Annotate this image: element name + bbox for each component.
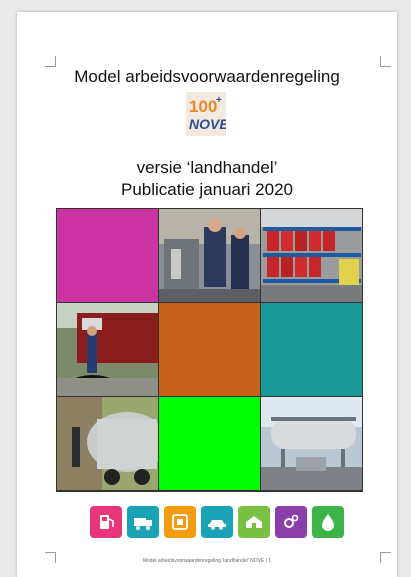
sector-icons-row: [90, 506, 344, 542]
teal-tile: [261, 303, 362, 396]
gears-icon: [275, 506, 307, 538]
fuel-pump-icon: [90, 506, 122, 538]
photo-tanker-truck-operator: [57, 303, 158, 396]
logo-text-nove: NOVE: [189, 116, 226, 132]
document-title: Model arbeidsvoorwaardenregeling: [74, 67, 340, 86]
publication-date: Publicatie januari 2020: [120, 180, 293, 199]
nove-100-logo: 100 + NOVE: [186, 92, 226, 136]
truck-icon: [127, 506, 159, 538]
photo-workers-fuel-station: [159, 209, 260, 302]
photo-collage: [56, 208, 363, 492]
photo-storage-tanks-facility: [261, 397, 362, 490]
logo-plus: +: [216, 95, 222, 106]
tank-icon: [164, 506, 196, 538]
green-tile: [159, 397, 260, 490]
drop-icon: [312, 506, 344, 538]
version-subtitle: versie ‘landhandel’: [136, 158, 278, 177]
magenta-tile: [57, 209, 158, 302]
page-footer: Model arbeidsvoorwaardenregeling 'landha…: [142, 558, 272, 564]
crop-mark-top-left: [45, 56, 56, 67]
logo-text-100: 100: [189, 97, 217, 116]
document-page: Model arbeidsvoorwaardenregeling 100 + N…: [17, 12, 397, 577]
car-icon: [201, 506, 233, 538]
orange-tile: [159, 303, 260, 396]
farm-icon: [238, 506, 270, 538]
crop-mark-top-right: [380, 56, 391, 67]
photo-red-drums-warehouse: [261, 209, 362, 302]
photo-tank-truck-rear: [57, 397, 158, 490]
